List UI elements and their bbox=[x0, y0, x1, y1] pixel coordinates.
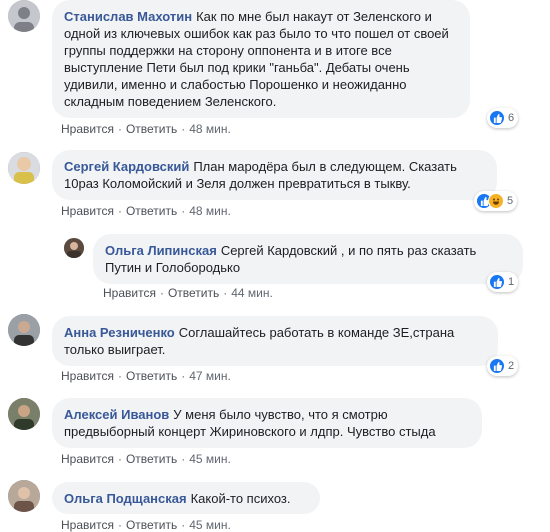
like-reaction-icon bbox=[489, 110, 505, 126]
comment-author[interactable]: Ольга Липинская bbox=[105, 243, 217, 258]
avatar[interactable] bbox=[8, 480, 40, 512]
timestamp[interactable]: 48 мин. bbox=[189, 122, 231, 136]
reply-link[interactable]: Ответить bbox=[126, 518, 177, 532]
reaction-count: 6 bbox=[508, 112, 515, 124]
comment-actions: Нравится · Ответить · 45 мин. bbox=[61, 452, 231, 466]
timestamp[interactable]: 47 мин. bbox=[189, 369, 231, 383]
reply-link[interactable]: Ответить bbox=[126, 369, 177, 383]
timestamp[interactable]: 45 мин. bbox=[189, 452, 231, 466]
comment-bubble: Станислав Махотин Как по мне был накаут о… bbox=[52, 0, 470, 118]
reaction-summary[interactable]: 2 bbox=[487, 356, 519, 376]
timestamp[interactable]: 45 мин. bbox=[189, 518, 231, 532]
like-link[interactable]: Нравится bbox=[61, 369, 114, 383]
like-link[interactable]: Нравится bbox=[103, 286, 156, 300]
avatar[interactable] bbox=[8, 0, 40, 32]
like-link[interactable]: Нравится bbox=[61, 452, 114, 466]
haha-reaction-icon bbox=[488, 193, 504, 209]
comment-author[interactable]: Станислав Махотин bbox=[64, 9, 192, 24]
reaction-summary[interactable]: 1 bbox=[487, 272, 519, 292]
comment-text: Как по мне был накаут от Зеленского и од… bbox=[64, 9, 449, 109]
comment-actions: Нравится · Ответить · 48 мин. bbox=[61, 204, 231, 218]
reply-link[interactable]: Ответить bbox=[126, 204, 177, 218]
reaction-summary[interactable]: 6 bbox=[487, 108, 519, 128]
comment-author[interactable]: Сергей Кардовский bbox=[64, 159, 189, 174]
avatar[interactable] bbox=[8, 398, 40, 430]
reply-link[interactable]: Ответить bbox=[126, 452, 177, 466]
like-reaction-icon bbox=[489, 358, 505, 374]
comment-bubble: Алексей Иванов У меня было чувство, что я… bbox=[52, 398, 482, 448]
comment-text: Какой-то психоз. bbox=[190, 491, 291, 506]
avatar[interactable] bbox=[8, 152, 40, 184]
comment-actions: Нравится · Ответить · 44 мин. bbox=[103, 286, 273, 300]
reply-link[interactable]: Ответить bbox=[126, 122, 177, 136]
timestamp[interactable]: 44 мин. bbox=[231, 286, 273, 300]
comment-author[interactable]: Анна Резниченко bbox=[64, 325, 175, 340]
reaction-count: 1 bbox=[508, 276, 515, 288]
comment-bubble: Ольга Липинская Сергей Кардовский , и по … bbox=[93, 234, 523, 284]
like-reaction-icon bbox=[489, 274, 505, 290]
reaction-summary[interactable]: 5 bbox=[474, 191, 518, 211]
comment-bubble: Сергей Кардовский План мародёра был в сле… bbox=[52, 150, 497, 200]
reaction-count: 2 bbox=[508, 360, 515, 372]
comment-bubble: Ольга Подщанская Какой-то психоз. bbox=[52, 482, 320, 514]
comment-actions: Нравится · Ответить · 48 мин. bbox=[61, 122, 231, 136]
like-link[interactable]: Нравится bbox=[61, 204, 114, 218]
reply-link[interactable]: Ответить bbox=[168, 286, 219, 300]
reaction-count: 5 bbox=[507, 195, 514, 207]
like-link[interactable]: Нравится bbox=[61, 122, 114, 136]
like-link[interactable]: Нравится bbox=[61, 518, 114, 532]
comment-author[interactable]: Алексей Иванов bbox=[64, 407, 169, 422]
avatar[interactable] bbox=[64, 238, 84, 258]
comment-actions: Нравится · Ответить · 45 мин. bbox=[61, 518, 231, 532]
comment-bubble: Анна Резниченко Соглашайтесь работать в к… bbox=[52, 316, 498, 366]
timestamp[interactable]: 48 мин. bbox=[189, 204, 231, 218]
avatar[interactable] bbox=[8, 314, 40, 346]
comment-author[interactable]: Ольга Подщанская bbox=[64, 491, 187, 506]
comment-actions: Нравится · Ответить · 47 мин. bbox=[61, 369, 231, 383]
